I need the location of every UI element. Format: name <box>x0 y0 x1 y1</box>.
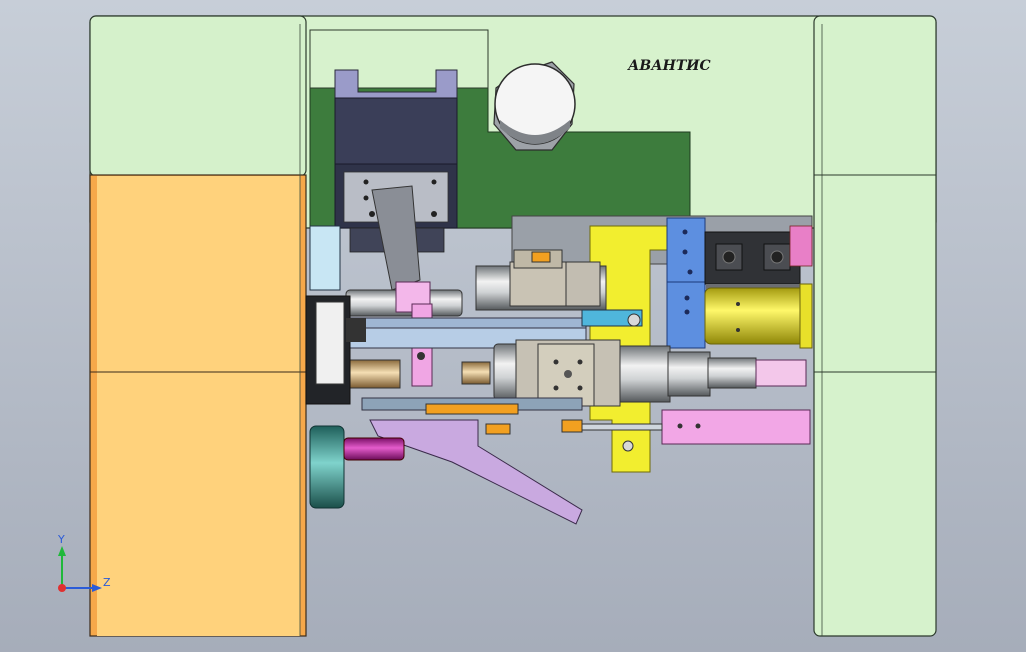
pink-lower-block <box>661 409 811 445</box>
magenta-rod <box>343 437 405 461</box>
teal-cylinder <box>309 425 345 509</box>
upper-bearing-block <box>509 261 567 307</box>
blue-sensor-block <box>666 217 706 349</box>
left-column-top <box>89 15 307 177</box>
right-column <box>813 15 937 637</box>
brand-label: АВАНТИС <box>627 58 711 74</box>
linear-rail-top <box>345 317 587 329</box>
yellow-cylinder <box>704 287 810 345</box>
left-column-cream-face <box>97 176 300 636</box>
assembly-drawing: АВАНТИС Y Z <box>0 0 1026 652</box>
servo-motor <box>704 225 813 294</box>
y-axis-label: Y <box>57 533 65 546</box>
z-axis-label: Z <box>103 576 111 589</box>
cad-viewport[interactable]: АВАНТИС Y Z <box>0 0 1026 652</box>
